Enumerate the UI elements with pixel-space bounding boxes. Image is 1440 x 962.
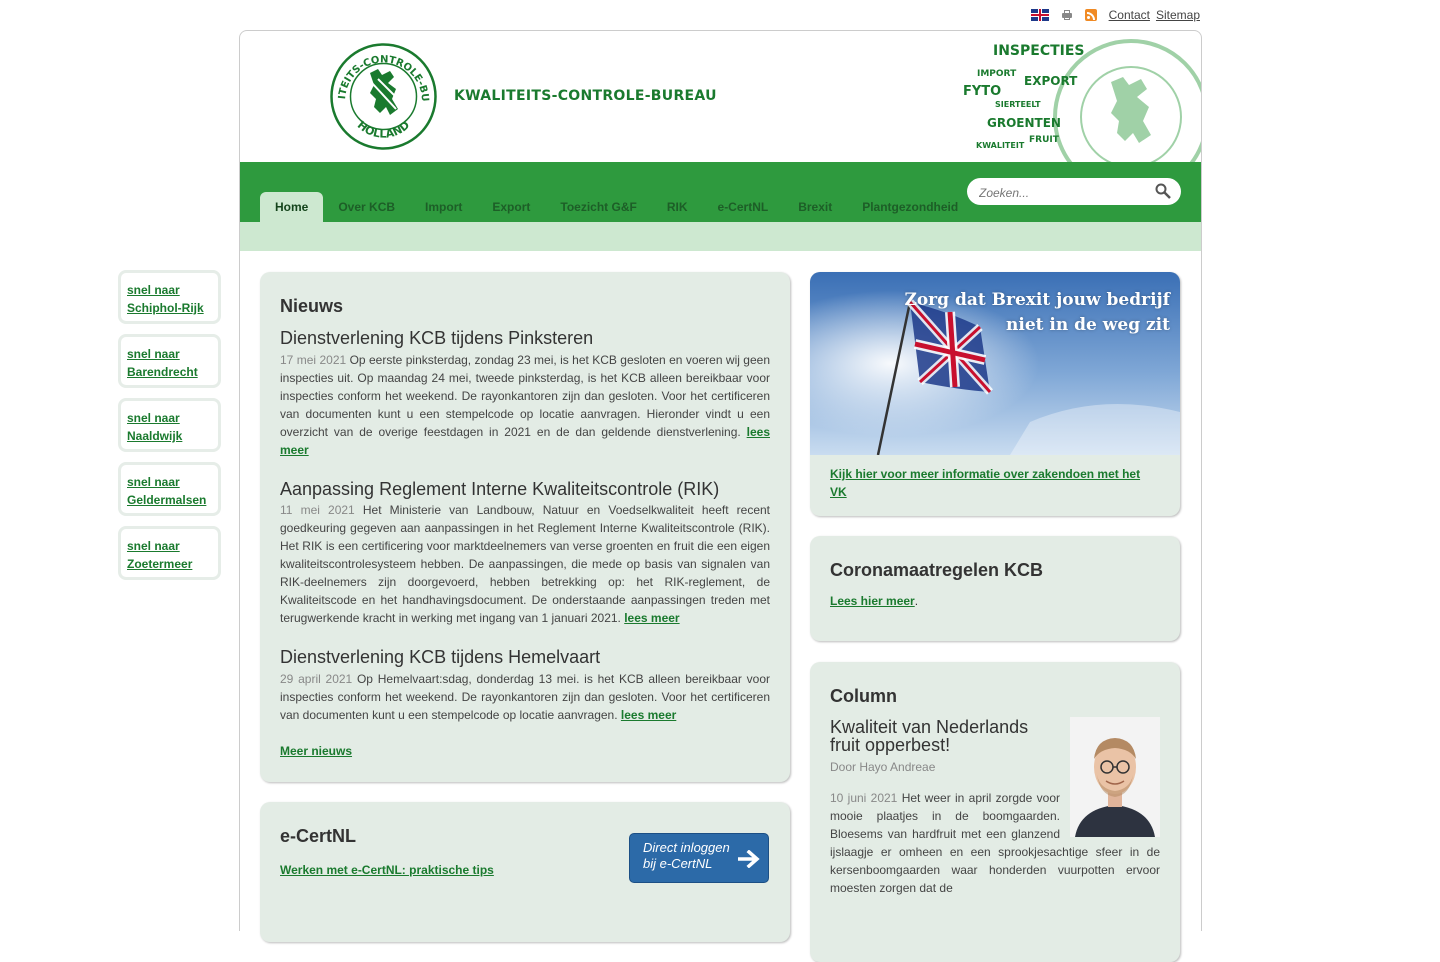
news-item-body: 11 mei 2021 Het Ministerie van Landbouw,… — [280, 501, 770, 627]
contact-link[interactable]: Contact — [1109, 8, 1150, 22]
column-heading: Column — [830, 686, 897, 706]
news-item-text: Het Ministerie van Landbouw, Natuur en V… — [280, 503, 771, 625]
quicklink-zoetermeer-link[interactable]: snel naar Zoetermeer — [127, 537, 192, 573]
news-item-date: 17 mei 2021 — [280, 353, 347, 367]
brand-name: KWALITEITS-CONTROLE-BUREAU — [454, 88, 717, 104]
english-flag-icon[interactable] — [1030, 9, 1049, 21]
column-body: 10 juni 2021 Het weer in april zorgde vo… — [830, 789, 1160, 897]
news-read-more-link[interactable]: lees meer — [624, 611, 679, 625]
news-item-title[interactable]: Dienstverlening KCB tijdens Hemelvaart — [280, 647, 600, 668]
search-icon[interactable] — [1155, 183, 1171, 199]
tag-sierteelt: SIERTEELT — [995, 100, 1041, 109]
column-photo-spacer — [1060, 789, 1160, 839]
news-item-date: 11 mei 2021 — [280, 503, 355, 517]
column-panel: Column Kwaliteit van Nederlands fruit op… — [810, 662, 1180, 962]
column-author: Door Hayo Andreae — [830, 760, 936, 774]
sub-navigation-bar — [240, 222, 1201, 251]
sitemap-link[interactable]: Sitemap — [1156, 8, 1200, 22]
tag-import: IMPORT — [977, 69, 1017, 79]
ecert-login-button[interactable]: Direct inloggen bij e-CertNL — [629, 833, 769, 883]
tag-kwaliteit: KWALITEIT — [976, 141, 1025, 150]
nav-home[interactable]: Home — [260, 192, 324, 222]
news-read-more-link[interactable]: lees meer — [621, 708, 676, 722]
news-panel: Nieuws Dienstverlening KCB tijdens Pinks… — [260, 272, 790, 782]
news-heading: Nieuws — [280, 296, 344, 316]
ecert-tips-link[interactable]: Werken met e-CertNL: praktische tips — [280, 863, 494, 877]
search-input[interactable] — [977, 182, 1151, 203]
news-item-text: Op eerste pinksterdag, zondag 23 mei, is… — [280, 353, 771, 439]
quicklink-zoetermeer: snel naar Zoetermeer — [118, 526, 221, 580]
tag-export: EXPORT — [1024, 74, 1078, 88]
quicklink-barendrecht: snel naar Barendrecht — [118, 334, 221, 388]
quicklink-geldermalsen: snel naar Geldermalsen — [118, 462, 221, 516]
corona-heading: Coronamaatregelen KCB — [830, 560, 1044, 580]
ecert-panel: e-CertNL Werken met e-CertNL: praktische… — [260, 802, 790, 942]
nav-export[interactable]: Export — [477, 192, 545, 222]
column-date: 10 juni 2021 — [830, 791, 898, 805]
ecert-heading: e-CertNL — [280, 826, 357, 846]
main-navigation: Home Over KCB Import Export Toezicht G&F… — [240, 162, 1201, 222]
column-title[interactable]: Kwaliteit van Nederlands fruit opperbest… — [830, 718, 1040, 754]
kcb-seal-logo[interactable]: KWALITEITS-CONTROLE-BUREAU HOLLAND — [330, 43, 437, 150]
main-frame: KWALITEITS-CONTROLE-BUREAU HOLLAND KWALI… — [239, 30, 1202, 962]
brexit-banner-image[interactable]: Zorg dat Brexit jouw bedrijf niet in de … — [810, 272, 1180, 455]
nav-brexit[interactable]: Brexit — [783, 192, 847, 222]
more-news-link[interactable]: Meer nieuws — [280, 744, 352, 758]
nav-import[interactable]: Import — [410, 192, 477, 222]
news-item-title[interactable]: Aanpassing Reglement Interne Kwaliteitsc… — [280, 479, 719, 500]
site-header: KWALITEITS-CONTROLE-BUREAU HOLLAND KWALI… — [240, 31, 1201, 162]
ecert-button-line1: Direct inloggen — [643, 840, 730, 855]
quicklink-naaldwijk-link[interactable]: snel naar Naaldwijk — [127, 409, 182, 445]
rss-icon[interactable] — [1084, 9, 1097, 21]
quicklink-schiphol-rijk: snel naar Schiphol-Rijk — [118, 270, 221, 324]
brexit-info-link[interactable]: Kijk hier voor meer informatie over zake… — [830, 465, 1160, 501]
corona-link-line: Lees hier meer. — [830, 594, 919, 608]
nav-plantgezondheid[interactable]: Plantgezondheid — [847, 192, 973, 222]
news-item-text: Op Hemelvaart:sdag, donderdag 13 mei. is… — [280, 672, 770, 722]
nav-toezicht[interactable]: Toezicht G&F — [545, 192, 651, 222]
tag-fruit: FRUIT — [1029, 135, 1059, 145]
news-item-body: 17 mei 2021 Op eerste pinksterdag, zonda… — [280, 351, 770, 459]
print-icon[interactable] — [1061, 9, 1073, 21]
quicklink-naaldwijk: snel naar Naaldwijk — [118, 398, 221, 452]
news-item-date: 29 april 2021 — [280, 672, 353, 686]
arrow-right-icon — [738, 850, 760, 868]
search-box — [967, 178, 1181, 205]
nav-rik[interactable]: RIK — [652, 192, 703, 222]
brexit-panel: Zorg dat Brexit jouw bedrijf niet in de … — [810, 272, 1180, 516]
news-item-title[interactable]: Dienstverlening KCB tijdens Pinksteren — [280, 328, 593, 349]
news-item-body: 29 april 2021 Op Hemelvaart:sdag, donder… — [280, 670, 770, 724]
ecert-button-line2: bij e-CertNL — [643, 856, 713, 871]
quicklink-geldermalsen-link[interactable]: snel naar Geldermalsen — [127, 473, 206, 509]
tag-inspecties: INSPECTIES — [993, 43, 1085, 59]
quicklink-barendrecht-link[interactable]: snel naar Barendrecht — [127, 345, 198, 381]
corona-read-more-link[interactable]: Lees hier meer — [830, 594, 915, 608]
header-tag-cloud: INSPECTIES IMPORT EXPORT FYTO SIERTEELT … — [951, 31, 1201, 162]
brexit-banner-text: Zorg dat Brexit jouw bedrijf niet in de … — [904, 290, 1170, 335]
tag-fyto: FYTO — [963, 84, 1002, 99]
quicklink-schiphol-rijk-link[interactable]: snel naar Schiphol-Rijk — [127, 281, 204, 317]
nav-over-kcb[interactable]: Over KCB — [323, 192, 410, 222]
tag-groenten: GROENTEN — [987, 116, 1061, 130]
corona-panel: Coronamaatregelen KCB Lees hier meer. — [810, 536, 1180, 641]
nav-ecertnl[interactable]: e-CertNL — [703, 192, 784, 222]
top-utility-bar: Contact Sitemap — [1030, 6, 1200, 24]
